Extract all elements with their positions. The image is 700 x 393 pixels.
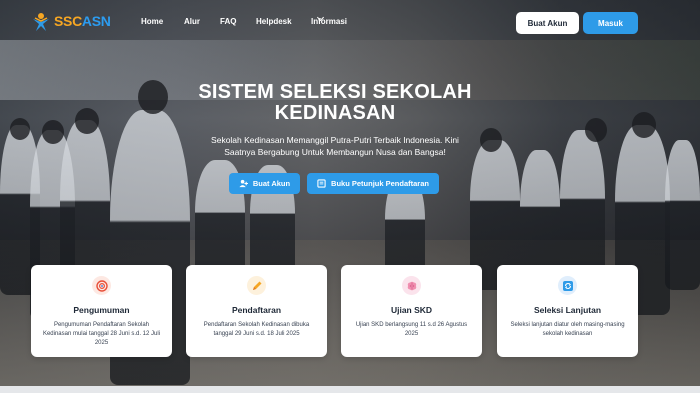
card-title: Seleksi Lanjutan: [533, 305, 602, 315]
card-title: Ujian SKD: [390, 305, 433, 315]
info-card-pendaftaran: Pendaftaran Pendaftaran Sekolah Kedinasa…: [186, 265, 327, 357]
target-icon: [92, 276, 111, 295]
hero-title: SISTEM SELEKSI SEKOLAH KEDINASAN: [198, 81, 472, 124]
nav-alur[interactable]: Alur: [184, 17, 200, 26]
logo-text: SSCASN: [54, 13, 111, 29]
hero-subtitle: Sekolah Kedinasan Memanggil Putra-Putri …: [211, 135, 459, 157]
brain-icon: [402, 276, 421, 295]
book-icon: [317, 179, 326, 188]
hero-create-account-button[interactable]: Buat Akun: [229, 173, 300, 194]
card-title: Pengumuman: [73, 305, 130, 315]
user-add-icon: [239, 179, 248, 188]
nav-home[interactable]: Home: [141, 17, 163, 26]
nav-faq[interactable]: FAQ: [220, 17, 236, 26]
card-description: Pengumuman Pendaftaran Sekolah Kedinasan…: [42, 322, 161, 346]
site-logo[interactable]: SSCASN: [30, 10, 111, 32]
hero-create-account-label: Buat Akun: [252, 179, 291, 188]
info-card-pengumuman: Pengumuman Pengumuman Pendaftaran Sekola…: [31, 265, 172, 357]
card-title: Pendaftaran: [231, 305, 282, 315]
nav-helpdesk[interactable]: Helpdesk: [256, 17, 292, 26]
nav-informasi-label: Informasi: [311, 17, 348, 26]
logo-star-icon: [30, 10, 52, 32]
guide-book-button[interactable]: Buku Petunjuk Pendaftaran: [307, 173, 439, 194]
card-description: Seleksi lanjutan diatur oleh masing-masi…: [510, 322, 625, 337]
card-description: Ujian SKD berlangsung 11 s.d 26 Agustus …: [355, 322, 468, 337]
top-navbar: SSCASN Home Alur FAQ Helpdesk Informasi …: [0, 0, 700, 46]
info-card-seleksi-lanjutan: Seleksi Lanjutan Seleksi lanjutan diatur…: [497, 265, 638, 357]
refresh-icon: [558, 276, 577, 295]
card-description: Pendaftaran Sekolah Kedinasan dibuka tan…: [203, 322, 310, 337]
page-bottom-strip: [0, 386, 700, 393]
header-create-account-button[interactable]: Buat Akun: [516, 12, 579, 34]
pencil-icon: [247, 276, 266, 295]
guide-book-label: Buku Petunjuk Pendaftaran: [331, 179, 429, 188]
info-card-ujian-skd: Ujian SKD Ujian SKD berlangsung 11 s.d 2…: [341, 265, 482, 357]
header-login-button[interactable]: Masuk: [583, 12, 638, 34]
